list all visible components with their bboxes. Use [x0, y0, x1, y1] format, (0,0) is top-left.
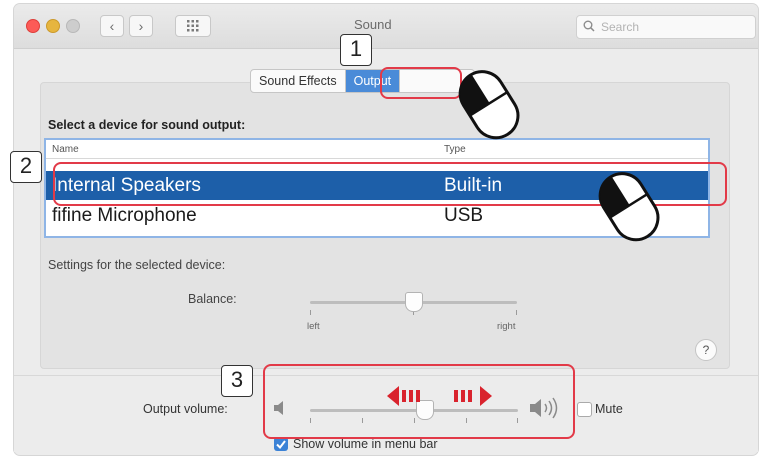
tab-sound-effects[interactable]: Sound Effects: [251, 70, 346, 92]
window-title: Sound: [354, 17, 392, 32]
help-button[interactable]: ?: [695, 339, 717, 361]
title-bar: ‹ › Sound: [14, 4, 758, 49]
zoom-window-button[interactable]: [66, 19, 80, 33]
balance-slider-thumb[interactable]: [405, 292, 423, 312]
close-window-button[interactable]: [26, 19, 40, 33]
column-header-name[interactable]: Name: [52, 144, 79, 155]
show-all-button[interactable]: [175, 15, 211, 37]
chevron-right-icon: ›: [138, 18, 144, 34]
step-1-label: 1: [340, 34, 372, 66]
chevron-left-icon: ‹: [109, 18, 115, 34]
mouse-click-icon: [458, 70, 520, 140]
grid-icon: [187, 20, 199, 32]
step-3-label: 3: [221, 365, 253, 397]
output-volume-label: Output volume:: [143, 402, 228, 416]
search-field[interactable]: [576, 15, 756, 39]
arrow-left-icon: [387, 386, 420, 406]
mute-checkbox[interactable]: [577, 402, 592, 417]
mouse-click-icon: [598, 172, 660, 242]
output-section-label: Select a device for sound output:: [48, 118, 246, 132]
table-header: Name Type: [46, 140, 708, 159]
search-icon: [583, 20, 595, 32]
balance-left-label: left: [307, 321, 320, 332]
back-button[interactable]: ‹: [100, 15, 124, 37]
column-header-type[interactable]: Type: [444, 144, 466, 155]
show-volume-checkbox[interactable]: [274, 437, 288, 451]
minimize-window-button[interactable]: [46, 19, 60, 33]
show-volume-label: Show volume in menu bar: [293, 437, 438, 451]
search-input[interactable]: [599, 18, 753, 36]
balance-right-label: right: [497, 321, 516, 332]
step-2-label: 2: [10, 151, 42, 183]
device-settings-label: Settings for the selected device:: [48, 258, 226, 272]
balance-tick: [516, 310, 517, 315]
checkmark-icon: [276, 440, 286, 450]
mute-label: Mute: [595, 402, 623, 416]
arrow-right-icon: [454, 386, 492, 406]
balance-tick: [310, 310, 311, 315]
balance-label: Balance:: [188, 292, 237, 306]
forward-button[interactable]: ›: [129, 15, 153, 37]
